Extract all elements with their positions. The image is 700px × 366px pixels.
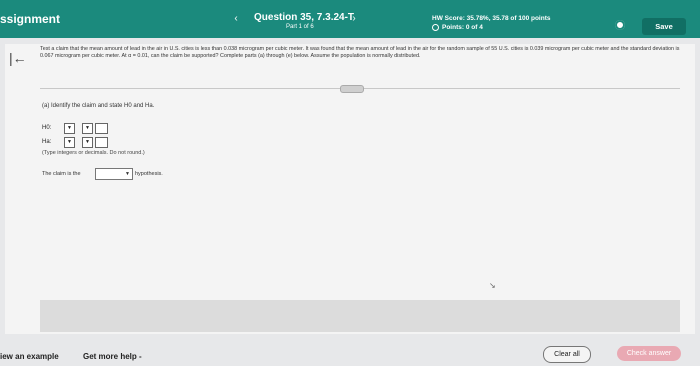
ha-variable-dropdown[interactable]: ▼: [64, 137, 75, 148]
gear-icon[interactable]: [615, 20, 625, 30]
part-a-prompt: (a) Identify the claim and state H0 and …: [42, 103, 155, 109]
check-answer-button[interactable]: Check answer: [617, 346, 681, 361]
mouse-cursor-icon: ↘: [489, 281, 496, 290]
hw-score: HW Score: 35.78%, 35.78 of 100 points: [432, 15, 551, 22]
claim-prefix: The claim is the: [42, 171, 81, 177]
ha-operator-dropdown[interactable]: ▼: [82, 137, 93, 148]
circle-icon: [432, 24, 439, 31]
view-example-link[interactable]: iew an example: [0, 352, 59, 361]
claim-hypothesis-dropdown[interactable]: ▼: [95, 168, 133, 180]
points-status: Points: 0 of 4: [432, 24, 483, 31]
chevron-down-icon: ▼: [125, 171, 130, 177]
ha-label: Ha:: [42, 139, 52, 145]
collapse-left-icon[interactable]: |←: [9, 50, 27, 66]
answer-area-band: [40, 300, 680, 332]
question-title: Question 35, 7.3.24-T: [254, 12, 355, 23]
chevron-right-icon[interactable]: ›: [349, 13, 359, 25]
h0-operator-dropdown[interactable]: ▼: [82, 123, 93, 134]
points-text: Points: 0 of 4: [442, 24, 483, 32]
h0-value-input[interactable]: [95, 123, 108, 134]
problem-statement: Test a claim that the mean amount of lea…: [40, 46, 680, 60]
get-more-help-button[interactable]: Get more help -: [83, 352, 142, 361]
claim-suffix: hypothesis.: [135, 171, 163, 177]
chevron-left-icon[interactable]: ‹: [231, 13, 241, 25]
question-part: Part 1 of 6: [286, 24, 314, 30]
top-bar: ssignment ‹ Question 35, 7.3.24-T Part 1…: [0, 0, 700, 38]
input-hint: (Type integers or decimals. Do not round…: [42, 150, 145, 156]
h0-label: H0:: [42, 125, 52, 131]
save-button[interactable]: Save: [642, 18, 686, 35]
ha-value-input[interactable]: [95, 137, 108, 148]
h0-variable-dropdown[interactable]: ▼: [64, 123, 75, 134]
expand-handle[interactable]: [340, 85, 364, 93]
clear-all-button[interactable]: Clear all: [543, 346, 591, 363]
assignment-title: ssignment: [0, 12, 61, 26]
